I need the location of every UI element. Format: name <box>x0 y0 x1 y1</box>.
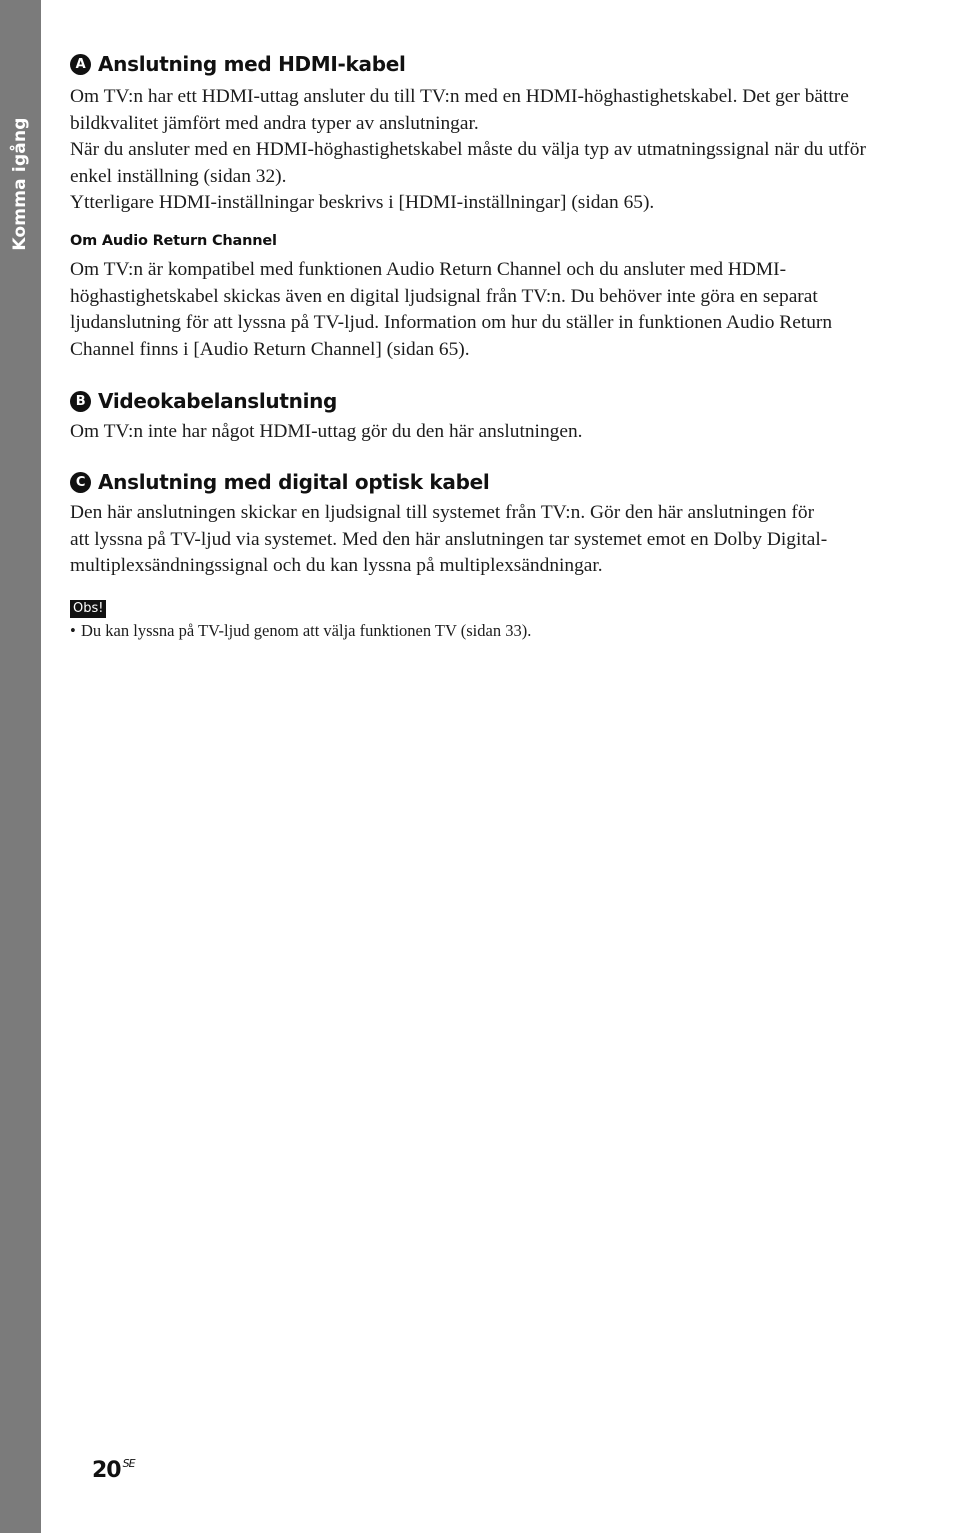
letter-b-circle-icon: B <box>70 390 91 412</box>
section-title: Anslutning med digital optisk kabel <box>98 470 490 494</box>
letter-a-circle-icon: A <box>70 53 91 75</box>
note-item: • Du kan lyssna på TV-ljud genom att välj… <box>70 621 531 641</box>
section-a-body: Om TV:n har ett HDMI-uttag ansluter du t… <box>70 84 960 217</box>
text-line: höghastighetskabel skickas även en digit… <box>70 285 818 307</box>
text-line: Ytterligare HDMI-inställningar beskrivs … <box>70 192 655 214</box>
note-text: Du kan lyssna på TV-ljud genom att välja… <box>81 621 532 640</box>
letter-c-circle-icon: C <box>70 471 91 493</box>
text-line: bildkvalitet jämfört med andra typer av … <box>70 112 479 134</box>
side-tab: Komma igång <box>0 0 41 1533</box>
text-line: multiplexsändningssignal och du kan lyss… <box>70 555 603 577</box>
text-line: ljudanslutning för att lyssna på TV-ljud… <box>70 312 833 334</box>
text-line: att lyssna på TV-ljud via systemet. Med … <box>70 528 828 550</box>
text-line: Om TV:n är kompatibel med funktionen Aud… <box>70 259 787 280</box>
section-title: Anslutning med HDMI-kabel <box>98 52 406 76</box>
section-c-body: Den här anslutningen skickar en ljudsign… <box>70 500 960 580</box>
subsection-body: Om TV:n är kompatibel med funktionen Aud… <box>70 257 960 363</box>
text-line: Channel finns i [Audio Return Channel] (… <box>70 338 470 360</box>
subsection-heading: Om Audio Return Channel <box>70 233 277 249</box>
section-b-body: Om TV:n inte har något HDMI-uttag gör du… <box>70 419 960 446</box>
region-suffix: SE <box>122 1457 136 1470</box>
page-number-value: 20 <box>92 1458 122 1483</box>
section-heading-c: C Anslutning med digital optisk kabel <box>70 470 490 494</box>
text-line: När du ansluter med en HDMI-höghastighet… <box>70 139 866 161</box>
text-line: Om TV:n inte har något HDMI-uttag gör du… <box>70 421 583 442</box>
bullet-icon: • <box>70 621 76 640</box>
text-line: enkel inställning (sidan 32). <box>70 165 287 187</box>
text-line: Om TV:n har ett HDMI-uttag ansluter du t… <box>70 86 849 107</box>
note-label: Obs! <box>70 600 107 618</box>
section-heading-b: B Videokabelanslutning <box>70 389 337 413</box>
text-line: Den här anslutningen skickar en ljudsign… <box>70 502 815 523</box>
section-heading-a: A Anslutning med HDMI-kabel <box>70 52 406 76</box>
side-tab-label: Komma igång <box>10 117 30 251</box>
page-number: 20 SE <box>92 1457 136 1483</box>
section-title: Videokabelanslutning <box>98 389 338 413</box>
